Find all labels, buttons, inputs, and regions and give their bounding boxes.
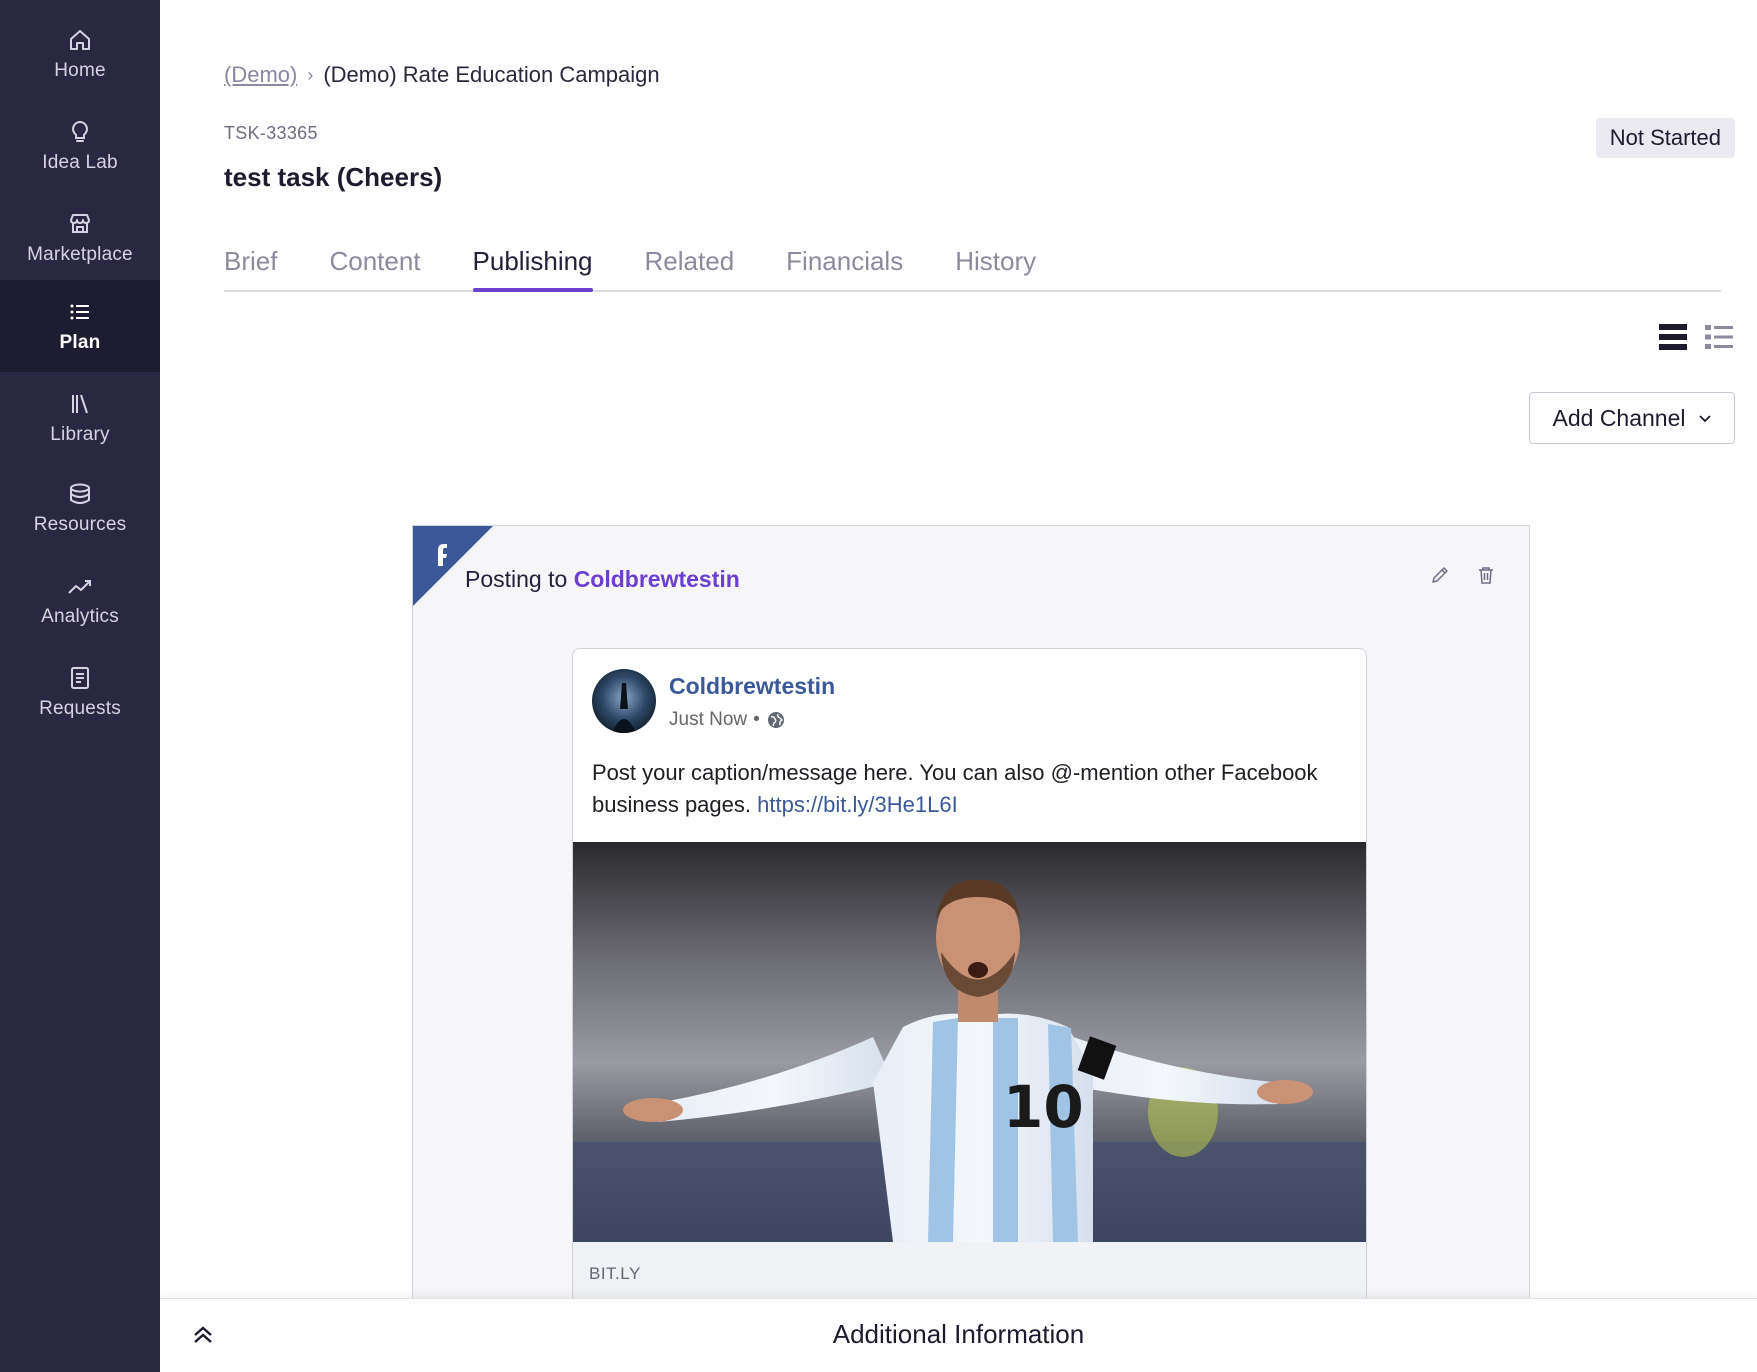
sidebar-item-label: Resources bbox=[33, 514, 127, 535]
library-icon bbox=[72, 394, 88, 414]
list-icon bbox=[70, 304, 89, 320]
fb-page-name[interactable]: Coldbrewtestin bbox=[669, 673, 835, 700]
trash-icon[interactable] bbox=[1475, 564, 1497, 586]
post-image: 10 bbox=[573, 842, 1366, 1242]
sidebar-item-analytics[interactable]: Analytics bbox=[0, 554, 160, 646]
page-title: test task (Cheers) bbox=[224, 162, 443, 192]
card-view-icon[interactable] bbox=[1657, 322, 1689, 352]
breadcrumb-current: (Demo) Rate Education Campaign bbox=[323, 62, 660, 87]
tab-related[interactable]: Related bbox=[645, 238, 735, 290]
sidebar-item-marketplace[interactable]: Marketplace bbox=[0, 192, 160, 284]
pencil-icon[interactable] bbox=[1429, 564, 1451, 586]
sidebar-item-label: Library bbox=[50, 424, 110, 445]
sidebar-item-label: Requests bbox=[39, 698, 121, 719]
status-badge[interactable]: Not Started bbox=[1595, 118, 1735, 158]
additional-info-title: Additional Information bbox=[832, 1319, 1085, 1349]
sidebar-item-idea-lab[interactable]: Idea Lab bbox=[0, 100, 160, 192]
breadcrumb-parent-link[interactable]: (Demo) bbox=[224, 62, 297, 88]
tab-publishing[interactable]: Publishing bbox=[472, 238, 593, 292]
sidebar-item-plan[interactable]: Plan bbox=[0, 280, 160, 372]
link-preview[interactable]: BIT.LY bbox=[573, 1242, 1366, 1304]
additional-info-bar[interactable]: Additional Information bbox=[160, 1298, 1757, 1372]
sidebar-item-label: Plan bbox=[59, 332, 101, 353]
jersey-number: 10 bbox=[1003, 1073, 1084, 1141]
tab-bar: Brief Content Publishing Related Financi… bbox=[224, 238, 1721, 292]
store-icon bbox=[70, 214, 90, 233]
globe-icon bbox=[767, 712, 784, 728]
tab-history[interactable]: History bbox=[955, 238, 1036, 290]
tab-financials[interactable]: Financials bbox=[786, 238, 903, 290]
tab-content[interactable]: Content bbox=[329, 238, 420, 290]
sidebar-item-requests[interactable]: Requests bbox=[0, 646, 160, 738]
home-icon bbox=[70, 30, 90, 50]
add-channel-button[interactable]: Add Channel bbox=[1529, 392, 1735, 444]
tab-brief[interactable]: Brief bbox=[224, 238, 277, 290]
posting-to-label: Posting to Coldbrewtestin bbox=[465, 566, 740, 593]
database-icon bbox=[70, 483, 90, 504]
fb-post-time: Just Now bbox=[669, 709, 748, 730]
sidebar-item-home[interactable]: Home bbox=[0, 8, 160, 100]
channel-account-link[interactable]: Coldbrewtestin bbox=[574, 566, 740, 592]
document-icon bbox=[71, 667, 89, 689]
sidebar-item-label: Idea Lab bbox=[42, 152, 118, 173]
sidebar-item-label: Marketplace bbox=[27, 244, 133, 265]
fb-post-caption: Post your caption/message here. You can … bbox=[592, 757, 1332, 821]
task-id: TSK-33365 bbox=[224, 123, 318, 143]
meta-separator: • bbox=[753, 709, 760, 730]
breadcrumb-separator: › bbox=[307, 64, 314, 85]
posting-prefix: Posting to bbox=[465, 566, 568, 592]
channel-card: Posting to Coldbrewtestin Coldbrewtestin bbox=[412, 525, 1530, 1305]
facebook-post-preview: Coldbrewtestin Just Now • Post your capt… bbox=[572, 648, 1367, 1304]
lightbulb-icon bbox=[72, 120, 88, 142]
sidebar-item-label: Home bbox=[54, 60, 106, 81]
sidebar: Home Idea Lab Marketplace Plan Library R… bbox=[0, 0, 160, 1372]
sidebar-item-label: Analytics bbox=[41, 606, 119, 627]
fb-post-meta: Just Now • bbox=[669, 709, 786, 731]
breadcrumb: (Demo) › (Demo) Rate Education Campaign bbox=[224, 62, 660, 88]
link-domain: BIT.LY bbox=[589, 1264, 641, 1283]
avatar bbox=[592, 669, 656, 733]
trend-icon bbox=[68, 580, 91, 594]
list-view-icon[interactable] bbox=[1703, 322, 1735, 352]
sidebar-item-library[interactable]: Library bbox=[0, 372, 160, 464]
add-channel-label: Add Channel bbox=[1552, 404, 1686, 431]
sidebar-item-resources[interactable]: Resources bbox=[0, 462, 160, 554]
caption-link[interactable]: https://bit.ly/3He1L6I bbox=[757, 792, 958, 817]
main-content: (Demo) › (Demo) Rate Education Campaign … bbox=[160, 0, 1757, 1372]
chevron-down-icon bbox=[1698, 415, 1711, 423]
